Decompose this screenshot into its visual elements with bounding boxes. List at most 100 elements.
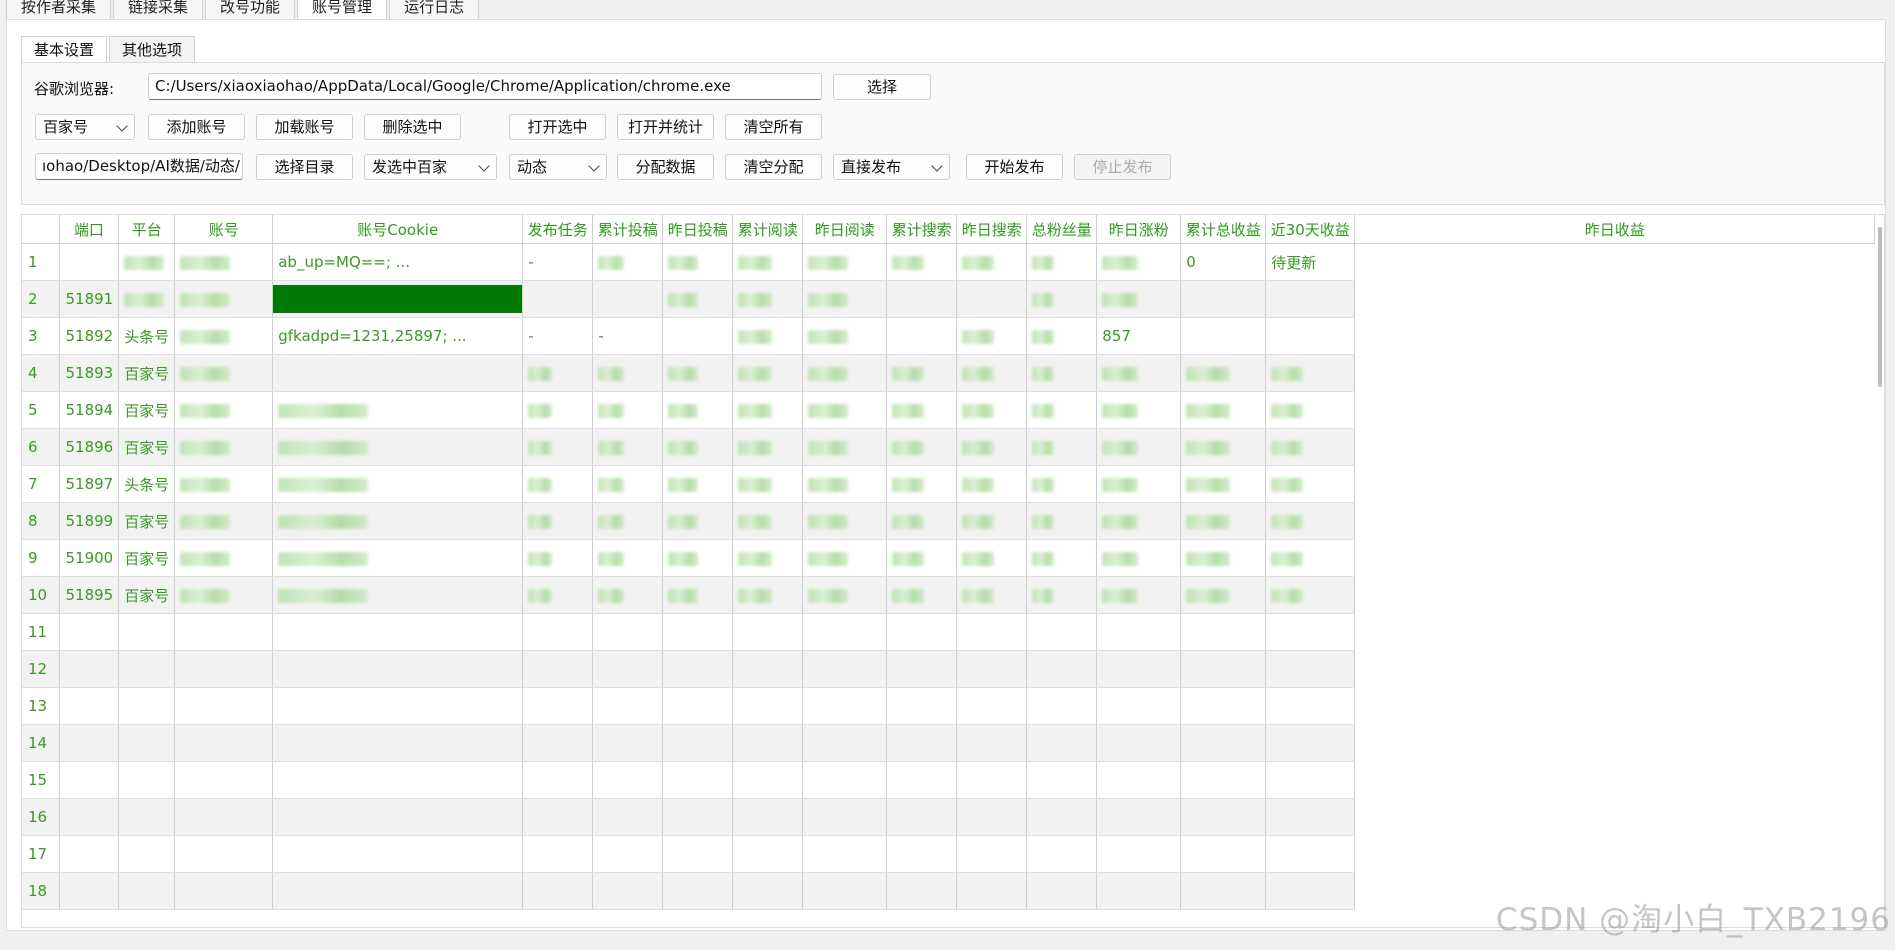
thirty-day-income-cell[interactable] <box>1180 391 1267 429</box>
stat-cell[interactable] <box>662 391 734 429</box>
row-number-cell[interactable]: 2 <box>22 280 60 318</box>
platform-cell[interactable] <box>118 835 176 873</box>
table-row[interactable]: 2 51891 <box>22 280 1875 318</box>
column-header[interactable]: 累计总收益 <box>1180 215 1267 244</box>
stat-cell[interactable] <box>662 613 734 651</box>
publish-task-cell[interactable] <box>522 391 594 429</box>
stat-cell[interactable] <box>1026 502 1098 540</box>
stat-cell[interactable] <box>802 539 888 577</box>
stat-cell[interactable] <box>732 354 804 392</box>
stat-cell[interactable] <box>886 872 958 910</box>
tab-rename[interactable]: 改号功能 <box>205 0 296 20</box>
stat-cell[interactable] <box>956 798 1028 836</box>
stat-cell[interactable] <box>732 428 804 466</box>
cookie-cell[interactable]: gfkadpd=1231,25897; ... <box>272 317 524 355</box>
thirty-day-income-cell[interactable] <box>1180 502 1267 540</box>
total-income-cell[interactable] <box>1096 539 1182 577</box>
cookie-cell[interactable] <box>272 465 524 503</box>
column-header[interactable]: 累计阅读 <box>732 215 804 244</box>
row-number-cell[interactable]: 16 <box>22 798 60 836</box>
stat-cell[interactable] <box>1026 835 1098 873</box>
stat-cell[interactable] <box>956 872 1028 910</box>
stat-cell[interactable] <box>802 724 888 762</box>
column-header[interactable]: 账号Cookie <box>272 215 524 244</box>
stat-cell[interactable] <box>802 243 888 281</box>
cookie-cell[interactable] <box>272 539 524 577</box>
publish-task-cell[interactable] <box>522 872 594 910</box>
stat-cell[interactable] <box>662 539 734 577</box>
publish-task-cell[interactable] <box>522 280 594 318</box>
stat-cell[interactable] <box>886 502 958 540</box>
account-cell[interactable] <box>174 798 274 836</box>
port-cell[interactable] <box>59 243 120 281</box>
port-cell[interactable] <box>59 835 120 873</box>
account-cell[interactable] <box>174 761 274 799</box>
stat-cell[interactable] <box>732 576 804 614</box>
platform-cell[interactable]: 百家号 <box>118 539 176 577</box>
column-header[interactable]: 昨日投稿 <box>662 215 734 244</box>
total-posts-cell[interactable] <box>592 576 664 614</box>
table-row[interactable]: 16 <box>22 798 1875 836</box>
platform-cell[interactable]: 百家号 <box>118 428 176 466</box>
stat-cell[interactable] <box>956 576 1028 614</box>
row-number-cell[interactable]: 14 <box>22 724 60 762</box>
account-cell[interactable] <box>174 576 274 614</box>
stat-cell[interactable] <box>956 280 1028 318</box>
total-posts-cell[interactable] <box>592 724 664 762</box>
total-income-cell[interactable] <box>1096 576 1182 614</box>
yesterday-income-cell[interactable] <box>1265 428 1356 466</box>
assign-data-button[interactable]: 分配数据 <box>617 154 714 180</box>
stat-cell[interactable] <box>662 761 734 799</box>
column-header[interactable]: 昨日涨粉 <box>1096 215 1182 244</box>
total-income-cell[interactable] <box>1096 502 1182 540</box>
stat-cell[interactable] <box>886 354 958 392</box>
platform-cell[interactable]: 头条号 <box>118 465 176 503</box>
thirty-day-income-cell[interactable] <box>1180 613 1267 651</box>
stat-cell[interactable] <box>732 613 804 651</box>
table-row[interactable]: 1 ab_up=MQ==; ... - 0 待更新 <box>22 243 1875 281</box>
thirty-day-income-cell[interactable]: 0 <box>1180 243 1267 281</box>
total-posts-cell[interactable] <box>592 465 664 503</box>
yesterday-income-cell[interactable] <box>1265 465 1356 503</box>
yesterday-income-cell[interactable] <box>1265 872 1356 910</box>
stat-cell[interactable] <box>732 872 804 910</box>
cookie-cell[interactable] <box>272 650 524 688</box>
yesterday-income-cell[interactable] <box>1265 391 1356 429</box>
stat-cell[interactable] <box>732 502 804 540</box>
table-row[interactable]: 11 <box>22 613 1875 651</box>
publish-task-cell[interactable] <box>522 724 594 762</box>
cookie-cell[interactable] <box>272 391 524 429</box>
stat-cell[interactable] <box>886 835 958 873</box>
row-number-cell[interactable]: 1 <box>22 243 60 281</box>
stat-cell[interactable] <box>886 761 958 799</box>
account-cell[interactable] <box>174 243 274 281</box>
stat-cell[interactable] <box>956 539 1028 577</box>
publish-task-cell[interactable] <box>522 465 594 503</box>
stat-cell[interactable] <box>1026 539 1098 577</box>
cookie-cell[interactable] <box>272 613 524 651</box>
publish-task-cell[interactable] <box>522 428 594 466</box>
stat-cell[interactable] <box>1026 761 1098 799</box>
stat-cell[interactable] <box>732 687 804 725</box>
total-posts-cell[interactable] <box>592 539 664 577</box>
thirty-day-income-cell[interactable] <box>1180 576 1267 614</box>
tab-run-log[interactable]: 运行日志 <box>389 0 480 20</box>
total-income-cell[interactable] <box>1096 465 1182 503</box>
vertical-scrollbar[interactable] <box>1878 227 1882 387</box>
stat-cell[interactable] <box>732 835 804 873</box>
stat-cell[interactable] <box>1026 613 1098 651</box>
add-account-button[interactable]: 添加账号 <box>148 114 245 140</box>
table-row[interactable]: 5 51894 百家号 <box>22 391 1875 429</box>
port-cell[interactable] <box>59 650 120 688</box>
stat-cell[interactable] <box>802 798 888 836</box>
port-cell[interactable]: 51900 <box>59 539 120 577</box>
cookie-cell[interactable] <box>272 428 524 466</box>
stat-cell[interactable] <box>886 724 958 762</box>
stat-cell[interactable] <box>1026 465 1098 503</box>
account-cell[interactable] <box>174 465 274 503</box>
stat-cell[interactable] <box>886 650 958 688</box>
platform-cell[interactable] <box>118 650 176 688</box>
thirty-day-income-cell[interactable] <box>1180 872 1267 910</box>
account-cell[interactable] <box>174 872 274 910</box>
stat-cell[interactable] <box>662 354 734 392</box>
